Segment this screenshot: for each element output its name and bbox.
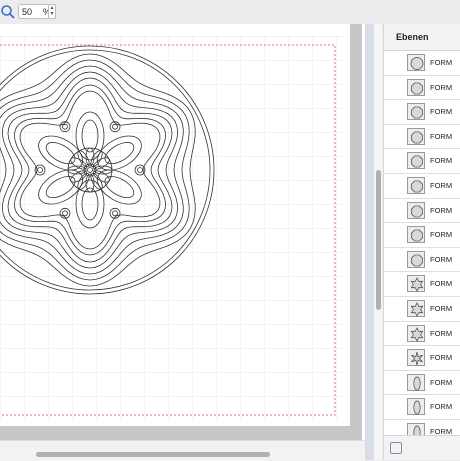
- grid-background: [0, 36, 344, 420]
- layer-thumbnail: [407, 176, 425, 194]
- layer-thumbnail: [407, 226, 425, 244]
- layer-thumbnail: [407, 127, 425, 145]
- layer-row[interactable]: FORM: [384, 51, 460, 76]
- layer-thumbnail: [407, 201, 425, 219]
- layer-thumbnail: [407, 324, 425, 342]
- layers-title: Ebenen: [384, 24, 460, 51]
- magnifier-icon[interactable]: [0, 4, 16, 20]
- layer-label: FORM: [430, 230, 453, 240]
- layer-label: FORM: [430, 156, 453, 166]
- artboard[interactable]: [0, 36, 344, 420]
- layer-thumbnail: [407, 275, 425, 293]
- layer-thumbnail: [407, 78, 425, 96]
- layer-thumbnail: [407, 54, 425, 71]
- canvas-frame-right: [350, 24, 362, 440]
- layer-row[interactable]: FORM: [384, 321, 460, 347]
- layer-options-icon[interactable]: [390, 442, 402, 454]
- horizontal-scroll-thumb[interactable]: [36, 452, 270, 457]
- horizontal-scrollbar[interactable]: [0, 440, 365, 461]
- layer-row[interactable]: FORM: [384, 247, 460, 273]
- layer-label: FORM: [430, 402, 453, 412]
- layer-thumbnail: [407, 103, 425, 121]
- layer-row[interactable]: FORM: [384, 296, 460, 322]
- layer-label: FORM: [430, 303, 453, 313]
- layer-thumbnail: [407, 152, 425, 170]
- zoom-stepper[interactable]: ▴ ▾: [48, 4, 56, 19]
- layer-row[interactable]: FORM: [384, 370, 460, 396]
- layer-thumbnail: [407, 398, 425, 416]
- layer-label: FORM: [430, 353, 453, 363]
- layer-row[interactable]: FORM: [384, 198, 460, 224]
- layer-row[interactable]: FORM: [384, 173, 460, 199]
- layer-label: FORM: [430, 131, 453, 141]
- layer-thumbnail: [407, 250, 425, 268]
- zoom-value: 50: [22, 7, 33, 17]
- layer-label: FORM: [430, 328, 453, 338]
- layer-label: FORM: [430, 377, 453, 387]
- layer-label: FORM: [430, 58, 453, 67]
- layer-thumbnail: [407, 373, 425, 391]
- layer-row[interactable]: FORM: [384, 223, 460, 248]
- layer-label: FORM: [430, 279, 453, 289]
- layer-thumbnail: [407, 349, 425, 367]
- canvas-frame-bottom: [0, 426, 362, 440]
- layer-label: FORM: [430, 180, 453, 190]
- layer-label: FORM: [430, 82, 453, 92]
- layer-row[interactable]: FORM: [384, 395, 460, 420]
- layer-row[interactable]: FORM: [384, 346, 460, 371]
- layer-row[interactable]: FORM: [384, 124, 460, 150]
- layer-label: FORM: [430, 107, 453, 117]
- layer-row[interactable]: FORM: [384, 272, 460, 297]
- layer-thumbnail: [407, 299, 425, 317]
- layer-row[interactable]: FORM: [384, 75, 460, 101]
- layers-footer: [384, 435, 460, 460]
- toolbar: 50 % ▴ ▾: [0, 0, 460, 25]
- layer-list: FORM FORM FORM FORM FORM FORM FORM FORM FORM FORM…: [384, 51, 460, 445]
- layer-row[interactable]: FORM: [384, 100, 460, 125]
- layers-panel: Ebenen FORM FORM FORM FORM FORM FORM FORM FORM F…: [383, 24, 460, 460]
- layer-row[interactable]: FORM: [384, 149, 460, 174]
- vertical-scroll-thumb[interactable]: [376, 170, 381, 310]
- layer-label: FORM: [430, 254, 453, 264]
- layer-label: FORM: [430, 205, 453, 215]
